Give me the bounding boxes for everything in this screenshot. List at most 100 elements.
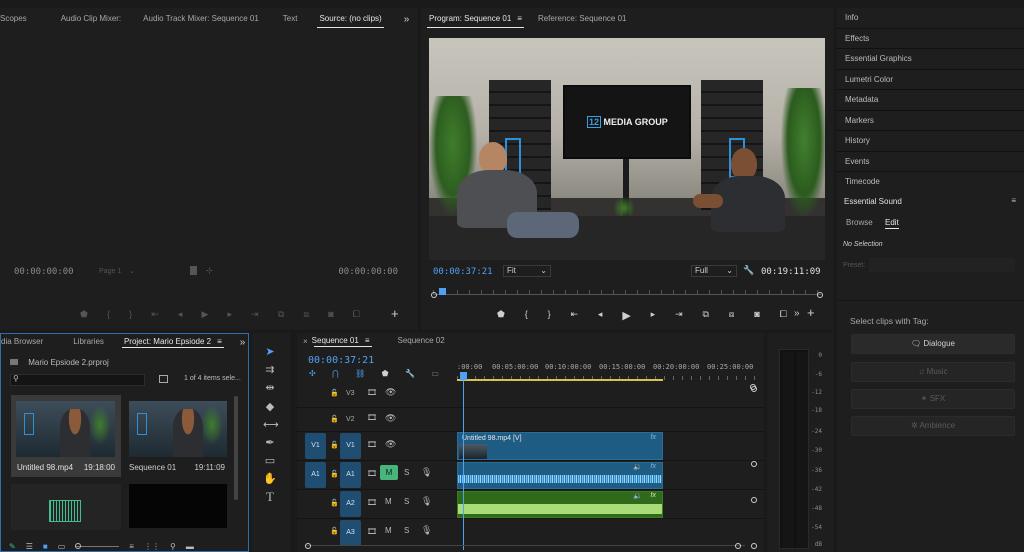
source-timecode-left[interactable]: 00:00:00:00: [14, 267, 74, 277]
tab-media-browser[interactable]: dia Browser: [1, 334, 51, 350]
panel-markers[interactable]: Markers: [837, 110, 1024, 131]
go-to-out-icon[interactable]: ⇥: [251, 309, 259, 320]
tab-project[interactable]: Project: Mario Epsiode 2 ≡: [116, 334, 230, 350]
tab-edit[interactable]: Edit: [885, 218, 899, 229]
panel-info[interactable]: Info: [837, 8, 1024, 29]
tag-dialogue-button[interactable]: 🗨 Dialogue: [851, 334, 1015, 354]
snap-icon[interactable]: ⋂: [332, 369, 339, 378]
hamburger-icon[interactable]: ≡: [517, 14, 522, 23]
mute-button[interactable]: M: [380, 465, 398, 480]
tab-sequence-02[interactable]: Sequence 02: [390, 333, 453, 349]
tab-audio-clip-mixer[interactable]: Audio Clip Mixer:: [53, 8, 129, 30]
tag-music-button[interactable]: ♫ Music: [851, 362, 1015, 382]
marker-icon[interactable]: ⬟: [497, 309, 505, 322]
track-target-a2[interactable]: A2: [340, 491, 361, 517]
film-icon[interactable]: 🎞: [367, 469, 377, 478]
double-chevron-right-icon[interactable]: »: [404, 14, 410, 25]
mark-in-icon[interactable]: {: [107, 309, 110, 320]
pencil-icon[interactable]: ✎: [9, 542, 16, 551]
quality-dropdown[interactable]: Full ⌄: [691, 265, 737, 277]
tab-libraries[interactable]: Libraries: [65, 334, 112, 350]
timeline-scroll-end[interactable]: [751, 543, 757, 549]
film-icon[interactable]: 🎞: [367, 440, 377, 449]
settings-icon[interactable]: ⧠: [353, 309, 360, 320]
audio-clip-a2[interactable]: 🔉 fx: [457, 491, 663, 518]
freeform-view-icon[interactable]: ▭: [58, 542, 66, 551]
step-forward-icon[interactable]: ▸: [228, 309, 233, 320]
hamburger-icon[interactable]: ≡: [217, 337, 222, 346]
lift-icon[interactable]: ⧉: [702, 309, 708, 322]
step-back-icon[interactable]: ◂: [598, 309, 603, 322]
automate-icon[interactable]: ⋮⋮: [144, 542, 160, 551]
panel-history[interactable]: History: [837, 131, 1024, 152]
lock-icon[interactable]: 🔓: [330, 441, 339, 449]
track-select-tool-icon[interactable]: ⇉: [263, 363, 277, 377]
step-back-icon[interactable]: ◂: [178, 309, 183, 320]
panel-events[interactable]: Events: [837, 151, 1024, 172]
mute-button[interactable]: M: [385, 497, 392, 506]
add-button-icon[interactable]: +: [391, 306, 399, 321]
solo-button[interactable]: S: [404, 526, 409, 535]
add-marker-icon[interactable]: ⬟: [382, 369, 389, 378]
double-chevron-right-icon[interactable]: »: [794, 308, 800, 319]
hscroll-right-handle[interactable]: [735, 543, 741, 549]
tag-sfx-button[interactable]: ✴ SFX: [851, 389, 1015, 409]
sort-icon[interactable]: ≡: [129, 542, 134, 551]
eye-icon[interactable]: 👁: [385, 439, 396, 450]
tab-reference[interactable]: Reference: Sequence 01: [530, 8, 635, 30]
search-icon[interactable]: ⚲: [170, 542, 176, 551]
captions-icon[interactable]: ▭: [431, 369, 439, 378]
project-scrollbar[interactable]: [234, 396, 238, 500]
film-icon[interactable]: 🎞: [367, 388, 377, 397]
safe-margins-icon[interactable]: [190, 266, 197, 275]
essential-sound-title[interactable]: Essential Sound: [844, 197, 902, 206]
project-item-sequence[interactable]: Sequence 01 19:11:09: [125, 395, 235, 477]
project-item-audio[interactable]: [11, 484, 121, 530]
panel-lumetri-color[interactable]: Lumetri Color: [837, 69, 1024, 90]
step-forward-icon[interactable]: ▸: [651, 309, 656, 322]
bin-icon[interactable]: [159, 375, 168, 383]
play-icon[interactable]: ▶: [201, 309, 208, 320]
timeline-scroll-bottom[interactable]: [751, 497, 757, 503]
double-chevron-right-icon[interactable]: »: [240, 337, 246, 348]
timeline-scroll-mid[interactable]: [751, 461, 757, 467]
project-search-input[interactable]: ⚲: [10, 374, 145, 386]
scrubber-end-handle[interactable]: [817, 292, 823, 298]
source-page-label[interactable]: Page 1 ⌄: [99, 267, 135, 275]
eye-icon[interactable]: 👁: [385, 387, 396, 398]
go-to-out-icon[interactable]: ⇥: [675, 309, 683, 322]
add-button-icon[interactable]: +: [807, 305, 815, 320]
video-clip[interactable]: Untitled 98.mp4 [V] fx: [457, 432, 663, 460]
source-patch-a1[interactable]: A1: [305, 462, 326, 488]
source-patch-v1[interactable]: V1: [305, 433, 326, 459]
list-view-icon[interactable]: ☰: [26, 542, 33, 551]
mark-out-icon[interactable]: }: [548, 309, 551, 322]
mark-out-icon[interactable]: }: [129, 309, 132, 320]
extract-icon[interactable]: ⧈: [729, 309, 735, 322]
tab-scopes[interactable]: Scopes: [0, 8, 35, 30]
panel-effects[interactable]: Effects: [837, 28, 1024, 49]
preset-dropdown[interactable]: [869, 258, 1015, 272]
mute-button[interactable]: M: [385, 526, 392, 535]
lock-icon[interactable]: 🔓: [330, 415, 339, 423]
track-target-a1[interactable]: A1: [340, 462, 361, 488]
program-video-frame[interactable]: 12 MEDIA GROUP: [429, 38, 825, 260]
source-timecode-right[interactable]: 00:00:00:00: [338, 267, 398, 277]
slider-handle[interactable]: [75, 542, 82, 549]
panel-metadata[interactable]: Metadata: [837, 90, 1024, 111]
icon-view-icon[interactable]: ■: [43, 542, 48, 551]
program-timecode[interactable]: 00:00:37:21: [433, 267, 493, 277]
timeline-hscroll[interactable]: [305, 543, 745, 549]
program-scrubber[interactable]: [431, 288, 823, 300]
camera-icon[interactable]: ◙: [328, 309, 333, 320]
film-icon[interactable]: 🎞: [367, 413, 377, 422]
mark-in-icon[interactable]: {: [525, 309, 528, 322]
project-item-untitled[interactable]: Untitled 98.mp4 19:18:00: [11, 395, 121, 477]
tag-ambience-button[interactable]: ✲ Ambience: [851, 416, 1015, 436]
wrench-icon[interactable]: 🔧: [743, 265, 754, 276]
razor-tool-icon[interactable]: ◆: [263, 400, 277, 414]
microphone-icon[interactable]: 🎙: [421, 467, 432, 478]
pen-tool-icon[interactable]: ✒: [263, 436, 277, 450]
zoom-slider[interactable]: [75, 542, 120, 549]
playhead-line[interactable]: [463, 379, 464, 550]
